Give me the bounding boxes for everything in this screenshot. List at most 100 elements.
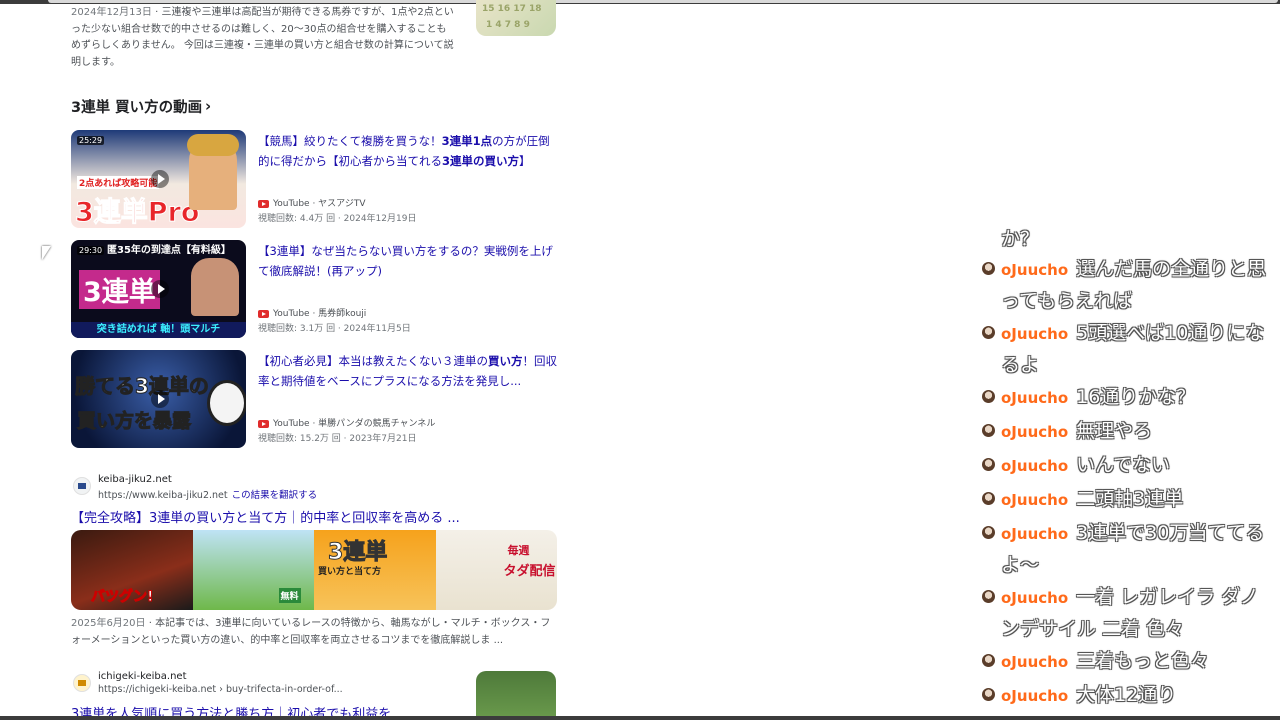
site-url-text[interactable]: https://www.keiba-jiku2.net [98,490,228,501]
chat-message-line: oJuucho 三着もっと色々 [1001,646,1209,678]
chat-author: oJuucho [1001,687,1069,705]
video-thumbnail[interactable]: 勝てる3連単の 買い方を暴露 [71,350,246,448]
chat-message-line: よ〜 [1001,550,1039,581]
strip-image-text: 買い方と当て方 [318,567,382,577]
window-bottom-bar [0,716,1280,720]
thumb-main-text: 勝てる3連単の [75,374,210,399]
video-duration: 25:29 [77,136,105,145]
chat-author: oJuucho [1001,525,1069,543]
chevron-right-icon[interactable]: › [205,97,211,115]
chat-message-line: oJuucho 大体12通り [1001,680,1176,712]
chat-author: oJuucho [1001,653,1069,671]
chat-message-line: るよ [1001,350,1039,381]
youtube-icon [258,419,269,428]
video-meta: 視聴回数: 4.4万 回 · 2024年12月19日 [258,214,417,224]
video-source: YouTube · 単勝パンダの競馬チャンネル [258,416,435,429]
snippet-date: 2025年6月20日 [71,618,146,629]
play-icon [151,280,169,298]
chat-avatar [982,390,995,403]
strip-image-text: 3連単 [327,540,388,566]
video-title[interactable]: 【3連単】なぜ当たらない買い方をするの？実戦例を上げて徹底解説！(再アップ) [258,242,558,281]
result-snippet: 2025年6月20日 · 本記事では、3連単に向いているレースの特徴から、軸馬な… [71,616,557,649]
strip-image[interactable]: 毎週 タダ配信 [435,530,557,610]
thumb-sub-text: 買い方を暴露 [76,410,192,433]
thumb-header-text: 匿35年の到達点【有料級】 [107,245,231,256]
video-result[interactable]: 勝てる3連単の 買い方を暴露 【初心者必見】本当は教えたくない３連単の買い方！回… [71,350,561,450]
chat-avatar [982,458,995,471]
video-duration: 29:30 [77,246,105,255]
chat-text: ってもらえれば [1001,290,1133,312]
strip-image-text: タダ配信 [503,564,556,579]
chat-author: oJuucho [1001,389,1069,407]
chat-text: いんでない [1076,454,1171,476]
address-bar-edge [48,0,1278,3]
chat-text: 選んだ馬の全通りと思 [1076,258,1267,280]
chat-avatar [982,654,995,667]
mouse-pointer-icon [42,246,51,260]
chat-author: oJuucho [1001,589,1069,607]
chat-author: oJuucho [1001,325,1069,343]
snippet-date: 2024年12月13日 [71,7,152,18]
video-result[interactable]: 29:30 匿35年の到達点【有料級】 3連単 突き詰めれば 軸！頭マルチ 【3… [71,240,561,340]
result-title-link[interactable]: 【完全攻略】3連単の買い方と当て方｜的中率と回収率を高める ... [71,507,491,526]
video-title[interactable]: 【競馬】絞りたくて複勝を買うな！3連単1点の方が圧倒的に得だから【初心者から当て… [258,132,558,171]
chat-message-line: oJuucho いんでない [1001,450,1170,482]
chat-avatar [982,424,995,437]
site-name[interactable]: ichigeki-keiba.net [98,671,187,682]
site-favicon-icon [73,477,91,495]
chat-text: 一着 レガレイラ ダノ [1076,586,1259,608]
result-image-strip[interactable]: バツグン! 無料 3連単 買い方と当て方 毎週 タダ配信 [71,530,557,610]
video-source: YouTube · 馬券師kouji [258,306,366,319]
chat-message-line: oJuucho 3連単で30万当ててる [1001,518,1264,550]
chat-message-line: ンデサイル 二着 色々 [1001,614,1184,645]
chat-text: ンデサイル 二着 色々 [1001,618,1185,640]
play-icon [151,170,169,188]
strip-image[interactable]: 3連単 買い方と当て方 [314,530,436,610]
thumb-main-text: 3連単 [79,270,160,309]
video-thumbnail[interactable]: 25:29 2点あれば攻略可能 3連単Pro [71,130,246,228]
chat-avatar [982,688,995,701]
video-source-text: YouTube · 単勝パンダの競馬チャンネル [273,419,436,429]
chat-message-line: oJuucho 16通りかな？ [1001,382,1195,414]
video-title[interactable]: 【初心者必見】本当は教えたくない３連単の買い方！回収率と期待値をベースにプラスに… [258,352,558,391]
chat-message-line: oJuucho 一着 レガレイラ ダノ [1001,582,1259,614]
chat-text: 二頭軸3連単 [1076,488,1184,510]
video-result[interactable]: 25:29 2点あれば攻略可能 3連単Pro 【競馬】絞りたくて複勝を買うな！3… [71,130,561,230]
youtube-icon [258,199,269,208]
chat-message-line: oJuucho 5頭選べば10通りにな [1001,318,1264,350]
video-source: YouTube · ヤスアジTV [258,196,365,209]
window-top-bar [0,0,1280,4]
strip-image[interactable]: 無料 [192,530,314,610]
search-result: keiba-jiku2.net https://www.keiba-jiku2.… [71,474,551,534]
result-thumbnail-top[interactable]: 15 16 17 18 1 4 7 8 9 [476,0,556,36]
chat-message-line: ってもらえれば [1001,286,1132,317]
result-thumbnail-bottom[interactable] [476,671,556,719]
chat-message-line: oJuucho 選んだ馬の全通りと思 [1001,254,1266,286]
chat-avatar [982,262,995,275]
video-source-text: YouTube · ヤスアジTV [273,199,366,209]
video-thumbnail[interactable]: 29:30 匿35年の到達点【有料級】 3連単 突き詰めれば 軸！頭マルチ [71,240,246,338]
site-name[interactable]: keiba-jiku2.net [98,474,172,485]
strip-image[interactable]: バツグン! [71,530,193,610]
chat-avatar [982,492,995,505]
strip-image-text: バツグン! [90,589,154,606]
chat-text: 大体12通り [1076,684,1177,706]
play-icon [151,390,169,408]
chat-text: 三着もっと色々 [1076,650,1210,672]
video-meta: 視聴回数: 15.2万 回 · 2023年7月21日 [258,434,417,444]
chat-author: oJuucho [1001,423,1069,441]
chat-author: oJuucho [1001,261,1069,279]
thumb-sub-text: 突き詰めれば 軸！頭マルチ [71,322,246,338]
translate-link[interactable]: この結果を翻訳する [232,490,318,501]
site-favicon-icon [73,674,91,692]
chat-avatar [982,526,995,539]
site-url[interactable]: https://ichigeki-keiba.net › buy-trifect… [98,684,343,695]
chat-partial-line: か？ [1001,228,1040,250]
chat-text: るよ [1001,354,1040,376]
chat-message-line: oJuucho 二頭軸3連単 [1001,484,1183,516]
videos-section-title[interactable]: 3連単 買い方の動画 [71,96,202,117]
chat-text: 3連単で30万当ててる [1076,522,1265,544]
thumb-sub-text: 2点あれば攻略可能 [77,176,160,189]
thumb-main-text: 3連単Pro [74,197,200,229]
chat-overlay: か？ oJuucho 選んだ馬の全通りと思ってもらえれば oJuucho 5頭選べば1… [980,196,1280,720]
